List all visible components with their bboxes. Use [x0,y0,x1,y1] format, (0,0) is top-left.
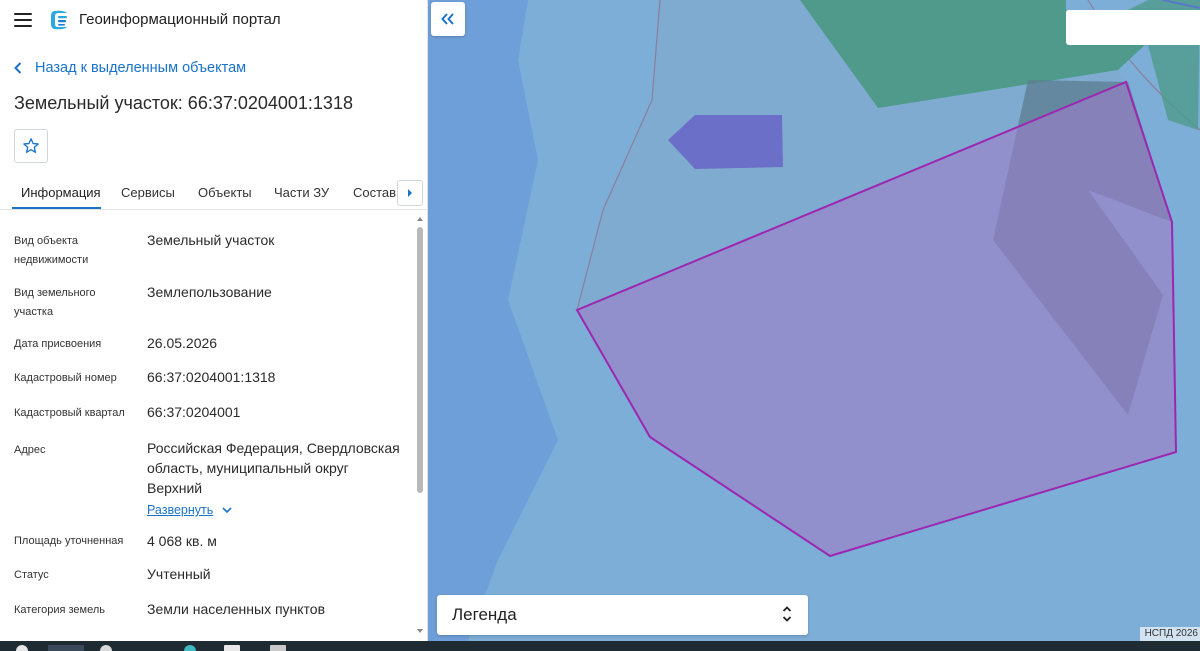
property-label: Категория земель [14,604,105,616]
property-label: Дата присвоения [14,338,102,350]
menu-icon[interactable] [14,13,32,27]
tab-composition[interactable]: Состав [353,185,396,200]
property-value: Земельный участок [147,232,275,248]
legend-toggle[interactable]: Легенда [437,595,808,635]
back-to-selection-link[interactable]: Назад к выделенным объектам [14,58,246,78]
property-value: 66:37:0204001 [147,404,241,420]
property-label: Кадастровый квартал [14,407,125,419]
property-value: Землепользование [147,284,272,300]
property-value: 4 068 кв. м [147,533,217,549]
app-title: Геоинформационный портал [79,11,281,28]
star-icon [23,138,39,153]
tabs-scroll-right-button[interactable] [397,180,423,206]
scroll-up-arrow[interactable] [417,217,423,221]
property-value: 66:37:0204001:1318 [147,369,276,385]
chevron-left-icon [14,62,22,74]
tab-objects[interactable]: Объекты [198,185,252,200]
tab-parcel-parts[interactable]: Части ЗУ [274,185,329,200]
map-view[interactable]: Легенда НСПД 2026 [428,0,1200,641]
taskbar-icon[interactable] [270,645,286,651]
tab-bar: Информация Сервисы Объекты Части ЗУ Сост… [0,176,427,210]
taskbar-icon[interactable] [184,645,196,651]
back-link-label: Назад к выделенным объектам [35,60,247,76]
property-label: Кадастровый номер [14,372,117,384]
tab-services[interactable]: Сервисы [121,185,175,200]
property-value: Земли населенных пунктов [147,601,326,617]
taskbar-icon[interactable] [16,645,28,651]
chevron-right-icon [408,189,412,197]
taskbar-icon[interactable] [48,645,84,651]
app-header: Геоинформационный портал [0,0,427,40]
double-chevron-left-icon [441,13,454,25]
map-attribution: НСПД 2026 [1139,627,1200,641]
address-value: Российская Федерация, Свердловская облас… [147,440,400,496]
property-label: Площадь уточненная [14,535,124,547]
unfold-icon [782,606,792,622]
scroll-down-arrow[interactable] [417,629,423,633]
taskbar-icon[interactable] [224,645,240,651]
expand-address-link[interactable]: Развернуть [147,503,232,517]
property-value: 26.05.2026 [147,335,218,351]
portal-logo-icon [51,10,67,30]
page-title: Земельный участок: 66:37:0204001:1318 [14,93,353,113]
collapse-panel-button[interactable] [431,2,465,36]
property-label: Вид земельного участка [14,287,96,318]
property-label: Адрес [14,444,46,456]
taskbar-icon[interactable] [100,645,112,651]
os-taskbar [0,641,1200,651]
property-label: Вид объекта недвижимости [14,235,89,266]
favorite-button[interactable] [14,129,48,163]
legend-label: Легенда [452,605,517,624]
expand-label: Развернуть [147,503,214,517]
info-panel: Геоинформационный портал Назад к выделен… [0,0,428,641]
property-value: Учтенный [147,566,211,582]
map-canvas[interactable] [428,0,1200,641]
map-search-input[interactable] [1066,10,1200,45]
panel-scrollbar[interactable] [414,215,426,641]
chevron-down-icon [222,507,232,513]
tab-information[interactable]: Информация [21,185,101,200]
scroll-thumb[interactable] [417,227,423,493]
active-tab-indicator [12,207,101,209]
property-label: Статус [14,569,49,581]
